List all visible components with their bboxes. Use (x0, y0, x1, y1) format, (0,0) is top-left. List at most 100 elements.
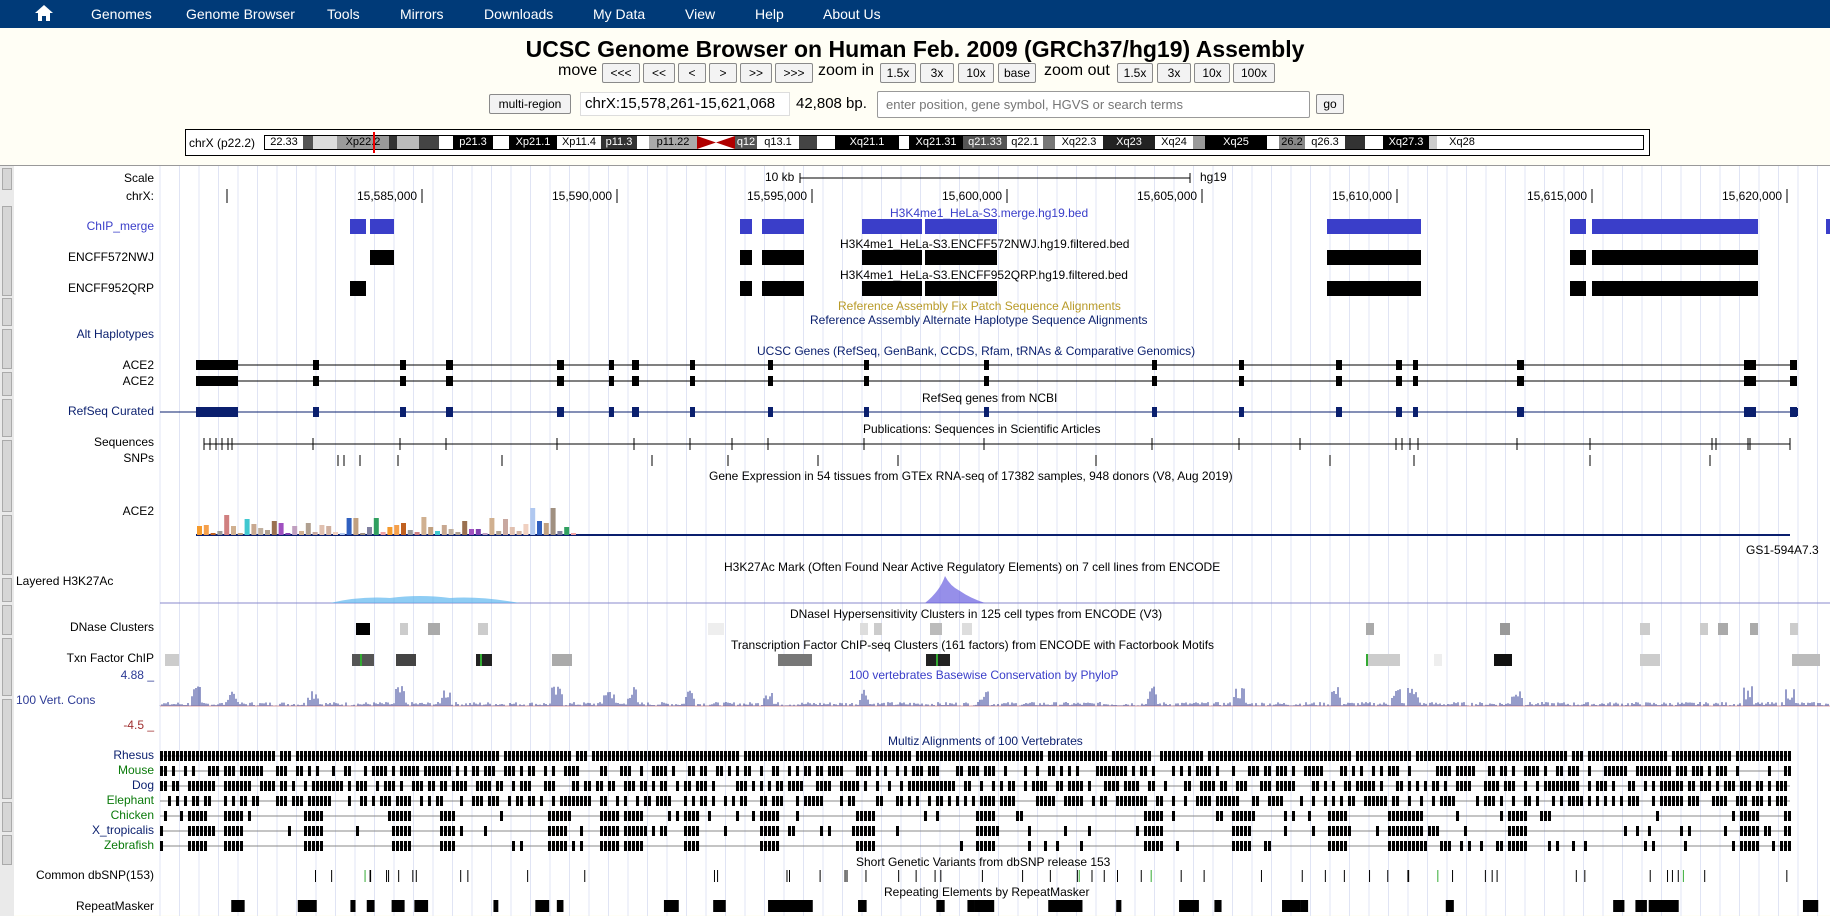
alignment-block (564, 751, 567, 761)
track-label-repeatmasker[interactable]: RepeatMasker (76, 899, 154, 913)
alignment-block (728, 766, 731, 776)
alignment-block (176, 751, 179, 761)
move-left-small-button[interactable]: < (678, 63, 706, 83)
home-icon[interactable] (34, 4, 54, 22)
species-label-elephant[interactable]: Elephant (107, 793, 154, 807)
alignment-block (376, 751, 379, 761)
species-label-dog[interactable]: Dog (132, 778, 154, 792)
alignment-block (1412, 826, 1415, 836)
alignment-block (648, 751, 651, 761)
track-label-txn-factor[interactable]: Txn Factor ChIP (67, 651, 154, 665)
track-label-refseq-curated[interactable]: RefSeq Curated (68, 404, 154, 418)
go-button[interactable]: go (1316, 94, 1344, 114)
alignment-block (496, 751, 499, 761)
zoom-out-1.5x-button[interactable]: 1.5x (1117, 63, 1153, 83)
nav-my-data[interactable]: My Data (593, 6, 645, 22)
track-label-dnase[interactable]: DNase Clusters (70, 620, 154, 634)
alignment-block (1344, 811, 1347, 821)
move-left-button[interactable]: << (643, 63, 675, 83)
move-right-far-button[interactable]: >>> (775, 63, 813, 83)
repeat-element (1184, 900, 1193, 912)
alignment-block (328, 751, 331, 761)
alignment-block (388, 751, 391, 761)
nav-genomes[interactable]: Genomes (91, 6, 152, 22)
track-label-chip-merge[interactable]: ChIP_merge (87, 219, 154, 233)
alignment-block (812, 751, 815, 761)
track-label-ace2-1[interactable]: ACE2 (123, 358, 154, 372)
species-label-rhesus[interactable]: Rhesus (113, 748, 154, 762)
alignment-block (1420, 796, 1423, 806)
zoom-in-1.5x-button[interactable]: 1.5x (880, 63, 916, 83)
alignment-block (1628, 781, 1631, 791)
alignment-block (236, 751, 239, 761)
track-label-common-dbsnp[interactable]: Common dbSNP(153) (36, 868, 154, 882)
alignment-block (644, 796, 647, 806)
search-input[interactable] (877, 91, 1310, 118)
species-label-chicken[interactable]: Chicken (111, 808, 154, 822)
alignment-block (1176, 841, 1179, 851)
alignment-block (1052, 796, 1055, 806)
alignment-block (772, 796, 775, 806)
alignment-block (1560, 766, 1563, 776)
gtex-bar (571, 533, 576, 535)
alignment-block (1104, 796, 1107, 806)
alignment-block (1408, 781, 1411, 791)
nav-downloads[interactable]: Downloads (484, 6, 553, 22)
track-label-h3k27ac[interactable]: Layered H3K27Ac (16, 574, 113, 588)
multi-region-button[interactable]: multi-region (489, 94, 571, 114)
alignment-block (1524, 826, 1527, 836)
alignment-block (1264, 841, 1267, 851)
track-label-ace2-2[interactable]: ACE2 (123, 374, 154, 388)
alignment-block (188, 826, 191, 836)
species-label-mouse[interactable]: Mouse (118, 763, 154, 777)
track-label-encff572nwj[interactable]: ENCFF572NWJ (68, 250, 154, 264)
alignment-block (856, 841, 859, 851)
nav-mirrors[interactable]: Mirrors (400, 6, 444, 22)
alignment-block (984, 841, 987, 851)
move-right-button[interactable]: >> (740, 63, 772, 83)
track-label-alt-haplotypes[interactable]: Alt Haplotypes (77, 327, 154, 341)
zoom-in-10x-button[interactable]: 10x (958, 63, 994, 83)
alignment-block (424, 766, 427, 776)
species-label-zebrafish[interactable]: Zebrafish (104, 838, 154, 852)
move-right-small-button[interactable]: > (709, 63, 737, 83)
nav-view[interactable]: View (685, 6, 715, 22)
zoom-out-100x-button[interactable]: 100x (1233, 63, 1275, 83)
gtex-bar (489, 518, 495, 535)
alignment-block (1408, 751, 1411, 761)
alignment-block (984, 826, 987, 836)
alignment-block (816, 796, 819, 806)
nav-tools[interactable]: Tools (327, 6, 360, 22)
track-label-gtex-ace2[interactable]: ACE2 (123, 504, 154, 518)
alignment-block (1704, 751, 1707, 761)
gtex-bar (496, 531, 502, 535)
chromosome-ideogram[interactable]: chrX (p22.2) 22.33 Xp22.2 p21.3 Xp21.1 X… (185, 129, 1650, 156)
alignment-block (608, 751, 611, 761)
species-label-x-tropicalis[interactable]: X_tropicalis (92, 823, 154, 837)
alignment-block (1172, 796, 1175, 806)
alignment-block (1576, 796, 1579, 806)
zoom-in-base-button[interactable]: base (998, 63, 1036, 83)
track-label-snps[interactable]: SNPs (123, 451, 154, 465)
zoom-out-3x-button[interactable]: 3x (1157, 63, 1191, 83)
nav-about-us[interactable]: About Us (823, 6, 881, 22)
nav-help[interactable]: Help (755, 6, 784, 22)
alignment-block (820, 766, 823, 776)
alignment-block (1148, 751, 1151, 761)
alignment-block (312, 796, 315, 806)
alignment-block (1460, 751, 1463, 761)
alignment-block (1028, 751, 1031, 761)
track-title-dbsnp: Short Genetic Variants from dbSNP releas… (856, 855, 1111, 869)
track-label-encff952qrp[interactable]: ENCFF952QRP (68, 281, 154, 295)
zoom-out-10x-button[interactable]: 10x (1194, 63, 1230, 83)
track-label-100-vert-cons[interactable]: 100 Vert. Cons (16, 693, 95, 707)
zoom-in-3x-button[interactable]: 3x (920, 63, 954, 83)
alignment-block (1272, 751, 1275, 761)
alignment-block (324, 796, 327, 806)
alignment-block (400, 796, 403, 806)
nav-genome-browser[interactable]: Genome Browser (186, 6, 295, 22)
track-label-sequences[interactable]: Sequences (94, 435, 154, 449)
move-left-far-button[interactable]: <<< (602, 63, 640, 83)
alignment-block (640, 841, 643, 851)
alignment-block (476, 751, 479, 761)
